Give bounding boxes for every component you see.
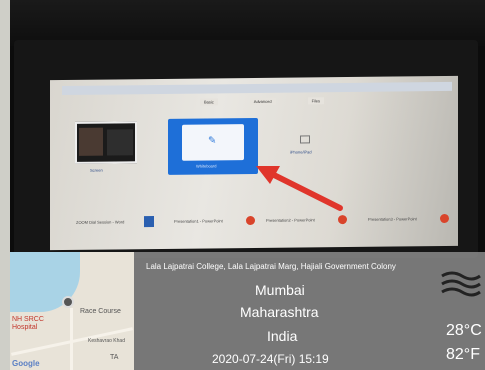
temperature-celsius: 28°C xyxy=(446,322,482,339)
temperature-fahrenheit: 82°F xyxy=(446,346,480,363)
map-label-race-course: Race Course xyxy=(80,308,121,315)
state-text: Maharashtra xyxy=(240,304,319,320)
country-text: India xyxy=(267,328,298,344)
city-text: Mumbai xyxy=(255,282,305,298)
location-pin-icon xyxy=(62,296,74,308)
location-map: Race Course NH SRCC Hospital Keshavrao Kh… xyxy=(10,252,134,370)
map-label-road: Keshavrao Khad xyxy=(88,338,125,344)
datetime-text: 2020-07-24(Fri) 15:19 xyxy=(212,352,329,366)
map-label-hospital: NH SRCC Hospital xyxy=(12,316,44,331)
address-text: Lala Lajpatrai College, Lala Lajpatrai M… xyxy=(146,262,396,271)
google-attribution: Google xyxy=(12,359,40,368)
wind-icon xyxy=(441,271,481,297)
photo-frame: Basic Advanced Files Screen ✎ Whiteboard… xyxy=(0,0,485,370)
map-label-ta: TA xyxy=(110,354,119,361)
